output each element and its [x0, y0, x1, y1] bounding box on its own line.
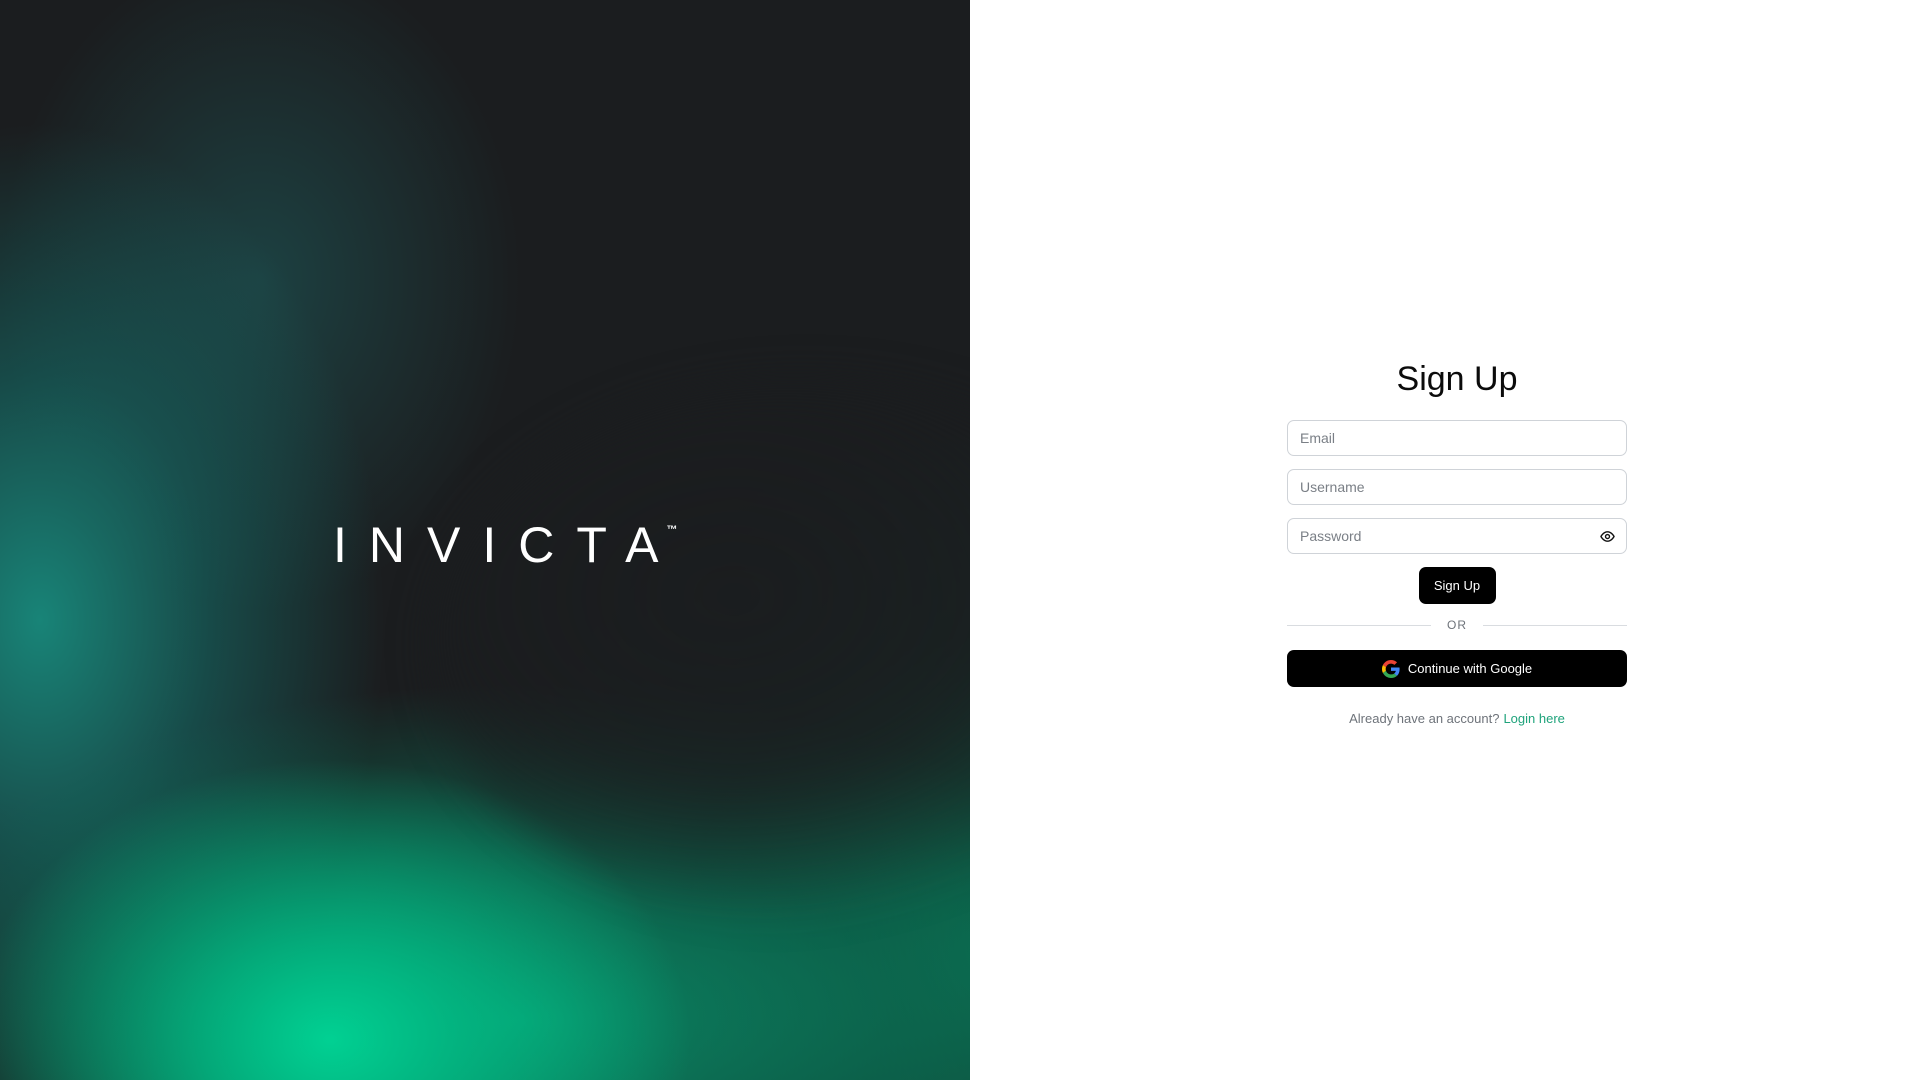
- divider-line-right: [1483, 624, 1627, 626]
- google-button-label: Continue with Google: [1407, 661, 1533, 676]
- password-field-wrapper: [1287, 518, 1627, 554]
- sign-up-page: INVICTA ™ Sign Up Email Username Sign Up…: [0, 0, 1920, 1080]
- logo-trademark: ™: [666, 524, 678, 536]
- or-divider: OR: [1287, 615, 1627, 635]
- divider-line-left: [1287, 624, 1431, 626]
- invicta-logo: INVICTA ™: [333, 520, 678, 570]
- username-field-wrapper: [1287, 469, 1627, 505]
- sign-up-button[interactable]: Sign Up: [1418, 567, 1496, 604]
- sign-up-button-row: Sign Up: [1287, 567, 1627, 604]
- form-panel: Sign Up Sign Up: [970, 0, 1920, 1080]
- sign-up-form: Sign Up Sign Up: [1287, 358, 1627, 726]
- divider-label: OR: [1447, 618, 1467, 632]
- email-field[interactable]: [1288, 421, 1626, 455]
- page-title: Sign Up: [1396, 360, 1518, 398]
- username-field[interactable]: [1288, 470, 1626, 504]
- password-field[interactable]: [1288, 519, 1626, 553]
- brand-hero-panel: INVICTA ™: [0, 0, 970, 1080]
- hero-gradient-shape: [430, 380, 970, 920]
- login-link[interactable]: Login here: [1503, 711, 1564, 726]
- continue-with-google-button[interactable]: Continue with Google: [1287, 650, 1627, 687]
- login-prompt: Already have an account? Login here: [1287, 711, 1627, 726]
- email-field-wrapper: [1287, 420, 1627, 456]
- logo-wordmark: INVICTA: [333, 517, 681, 573]
- login-prompt-text: Already have an account?: [1349, 711, 1500, 726]
- google-icon: [1381, 659, 1400, 678]
- eye-icon[interactable]: [1600, 529, 1615, 544]
